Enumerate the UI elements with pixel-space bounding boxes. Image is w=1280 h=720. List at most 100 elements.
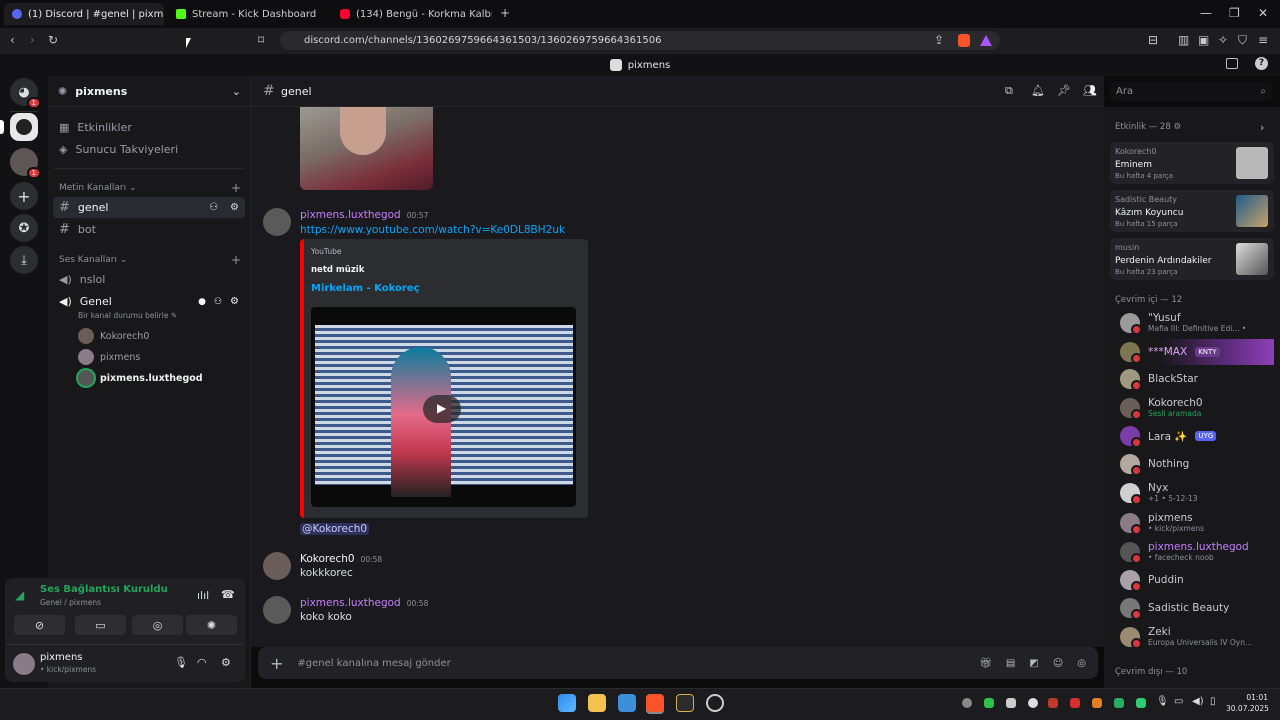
tray-nvidia-icon[interactable] [984,698,994,708]
server-icon-pixmens[interactable] [10,113,38,141]
obs-icon[interactable] [706,694,724,712]
leo-ai-icon[interactable]: ✧ [1218,33,1228,47]
server-icon-other[interactable]: 1 [10,148,41,179]
tray-icon[interactable] [1028,698,1038,708]
microphone-icon[interactable]: 🎙 [174,656,188,669]
sidebar-toggle-icon[interactable]: ▥ [1178,33,1189,47]
add-channel-icon[interactable]: + [231,181,241,195]
activity-card[interactable]: Sadistic Beauty Kâzım Koyuncu Bu hafta 1… [1110,190,1274,232]
embed-title[interactable]: Mirkelam - Kokoreç [311,283,420,294]
attach-plus-icon[interactable]: + [270,654,283,673]
tab-kick[interactable]: Stream - Kick Dashboard [168,3,328,25]
member-item[interactable]: pixmens • kick/pixmens [1120,512,1204,535]
tray-icon[interactable] [1136,698,1146,708]
member-item[interactable]: Kokorech0 Sesli aramada [1120,397,1203,420]
activity-card[interactable]: musin Perdenin Ardındakiler Bu hafta 23 … [1110,238,1274,280]
clock[interactable]: 01:01 30.07.2025 [1226,692,1269,714]
tab-discord[interactable]: (1) Discord | #genel | pixmens ✕ [4,3,164,25]
member-item[interactable]: pixmens.luxthegod • facecheck noob [1120,541,1249,564]
chat-bubble-icon[interactable]: ● [198,297,206,307]
file-explorer-icon[interactable] [588,694,606,712]
vpn-icon[interactable]: ⛉ [1238,33,1247,48]
camera-off-button[interactable]: ⊘ [14,615,65,635]
member-item[interactable]: Sadistic Beauty [1120,598,1229,620]
microphone-icon[interactable]: 🎙 [1156,696,1169,707]
tray-icon[interactable] [962,698,972,708]
minimize-icon[interactable]: — [1200,6,1212,20]
embed-author[interactable]: netd müzik [311,265,364,275]
add-server-button[interactable]: + [10,182,38,210]
user-settings-icon[interactable]: ⚙ [221,656,231,669]
member-item[interactable]: "Yusuf Mafia III: Definitive Edi... • [1120,312,1246,335]
text-category-header[interactable]: Metin Kanalları ⌄ [59,183,137,193]
play-button[interactable]: ▶ [423,395,461,423]
server-header[interactable]: ✺ pixmens ⌄ [48,76,251,107]
voice-category-header[interactable]: Ses Kanalları ⌄ [59,255,127,265]
window-close-icon[interactable]: ✕ [1258,6,1268,20]
download-apps-button[interactable]: ⤓ [10,246,38,274]
volume-icon[interactable]: ◀) [1192,696,1204,707]
tray-icon[interactable] [1048,698,1058,708]
gear-icon[interactable]: ⚙ [230,296,239,307]
voice-user-speaking[interactable]: pixmens.luxthegod [78,370,203,386]
message-composer[interactable]: + #genel kanalına mesaj gönder 🎁︎ ▤ ◩ ☺ … [258,647,1098,679]
app-icon[interactable] [676,694,694,712]
wallet-icon[interactable]: ▣ [1198,33,1209,47]
back-icon[interactable]: ‹ [10,33,15,47]
noise-suppression-icon[interactable]: ılıl [197,589,209,602]
inbox-icon[interactable] [1226,58,1238,69]
tray-icon[interactable] [1070,698,1080,708]
message-author[interactable]: pixmens.luxthegod [300,597,401,609]
member-list-icon[interactable]: 👥︎ [1083,84,1097,97]
avatar[interactable] [13,653,35,675]
voice-user[interactable]: pixmens [78,349,140,365]
menu-icon[interactable]: ≡ [1258,33,1268,47]
sidebar-item-boosts[interactable]: ◈ Sunucu Takviyeleri [53,140,245,159]
headphones-icon[interactable]: ◠ [197,656,207,669]
voice-user[interactable]: Kokorech0 [78,328,149,344]
forward-icon[interactable]: › [30,33,35,47]
bell-icon[interactable]: 🔔︎ [1031,84,1045,97]
message-link[interactable]: https://www.youtube.com/watch?v=Ke0DL8BH… [300,224,565,236]
member-item[interactable]: Puddin [1120,570,1184,592]
search-input[interactable]: Ara ⌕ [1110,82,1272,101]
discover-button[interactable]: ✪ [10,214,38,242]
voice-channel-genel[interactable]: ◀) Genel ● ⚇ ⚙ [53,292,245,311]
member-item[interactable]: Nyx +1 • 5-12-13 [1120,482,1198,505]
network-icon[interactable]: ▭ [1174,696,1183,707]
threads-icon[interactable]: ⧉ [1005,84,1013,98]
sticker-icon[interactable]: ◩ [1029,658,1038,669]
tray-icon[interactable] [1114,698,1124,708]
pin-icon[interactable]: 📌︎ [1057,84,1071,97]
channel-genel[interactable]: # genel ⚇ ⚙ [53,197,245,218]
share-icon[interactable]: ⇪ [934,33,944,47]
member-item[interactable]: BlackStar [1120,369,1198,391]
voice-connected-status[interactable]: Ses Bağlantısı Kuruldu [40,584,168,595]
invite-icon[interactable]: ⚇ [214,297,222,307]
photos-icon[interactable] [618,694,636,712]
brave-rewards-icon[interactable] [980,35,992,46]
invite-icon[interactable]: ⚇ [209,202,218,213]
disconnect-icon[interactable]: ☎ [221,588,235,601]
tray-icon[interactable] [1092,698,1102,708]
brave-browser-icon[interactable] [646,694,664,712]
battery-icon[interactable]: ▯ [1210,696,1216,707]
add-channel-icon[interactable]: + [231,253,241,267]
avatar[interactable] [263,208,291,236]
restore-icon[interactable]: ❐ [1229,6,1240,20]
soundboard-button[interactable]: ✺ [186,615,237,635]
help-icon[interactable]: ? [1255,57,1268,70]
video-thumbnail[interactable]: ▶ [311,307,576,507]
chevron-right-icon[interactable]: › [1260,121,1264,134]
image-attachment[interactable] [300,107,433,190]
gif-icon[interactable]: ▤ [1006,658,1015,669]
apps-icon[interactable]: ◎ [1077,658,1086,669]
tray-icon[interactable] [1006,698,1016,708]
activity-button[interactable]: ◎ [132,615,183,635]
member-item[interactable]: ***MAX KNTY [1120,342,1220,364]
user-mention[interactable]: @Kokorech0 [300,523,370,535]
member-item[interactable]: Nothing [1120,454,1189,476]
channel-bot[interactable]: # bot [53,220,245,239]
message-author[interactable]: pixmens.luxthegod [300,209,401,221]
avatar[interactable] [263,552,291,580]
